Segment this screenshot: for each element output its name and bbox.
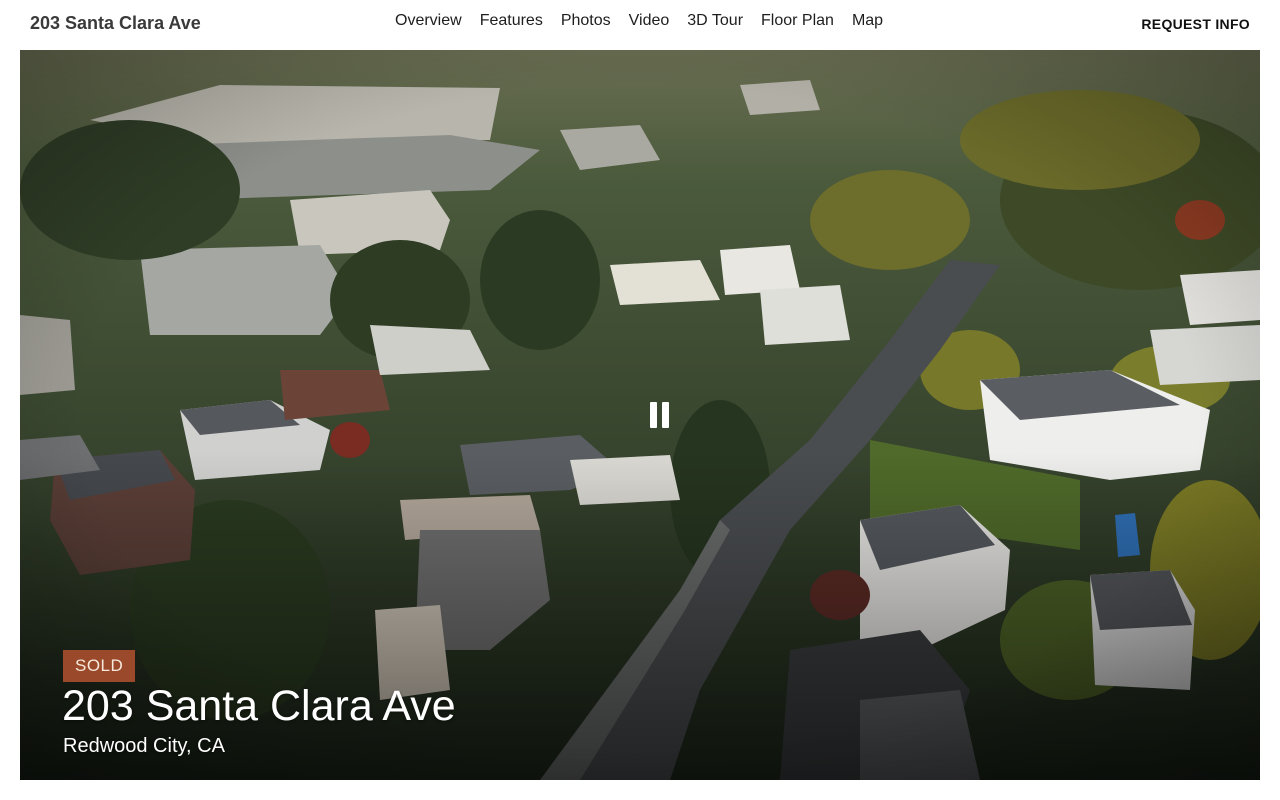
property-title: 203 Santa Clara Ave [62, 682, 456, 730]
property-location: Redwood City, CA [63, 735, 225, 757]
pause-icon [650, 402, 657, 428]
hero-video[interactable]: SOLD 203 Santa Clara Ave Redwood City, C… [20, 50, 1260, 780]
nav-3d-tour[interactable]: 3D Tour [687, 12, 743, 30]
nav-map[interactable]: Map [852, 12, 883, 30]
nav-photos[interactable]: Photos [561, 12, 611, 30]
aerial-neighborhood-image [20, 50, 1260, 780]
nav-floor-plan[interactable]: Floor Plan [761, 12, 834, 30]
status-badge: SOLD [63, 650, 136, 682]
request-info-button[interactable]: REQUEST INFO [1141, 16, 1250, 32]
site-title[interactable]: 203 Santa Clara Ave [30, 13, 201, 34]
pause-button[interactable] [646, 399, 674, 431]
main-nav: Overview Features Photos Video 3D Tour F… [395, 12, 901, 30]
nav-features[interactable]: Features [480, 12, 543, 30]
nav-video[interactable]: Video [629, 12, 670, 30]
pause-icon-bar [662, 402, 669, 428]
nav-overview[interactable]: Overview [395, 12, 462, 30]
site-header: 203 Santa Clara Ave Overview Features Ph… [0, 0, 1280, 50]
